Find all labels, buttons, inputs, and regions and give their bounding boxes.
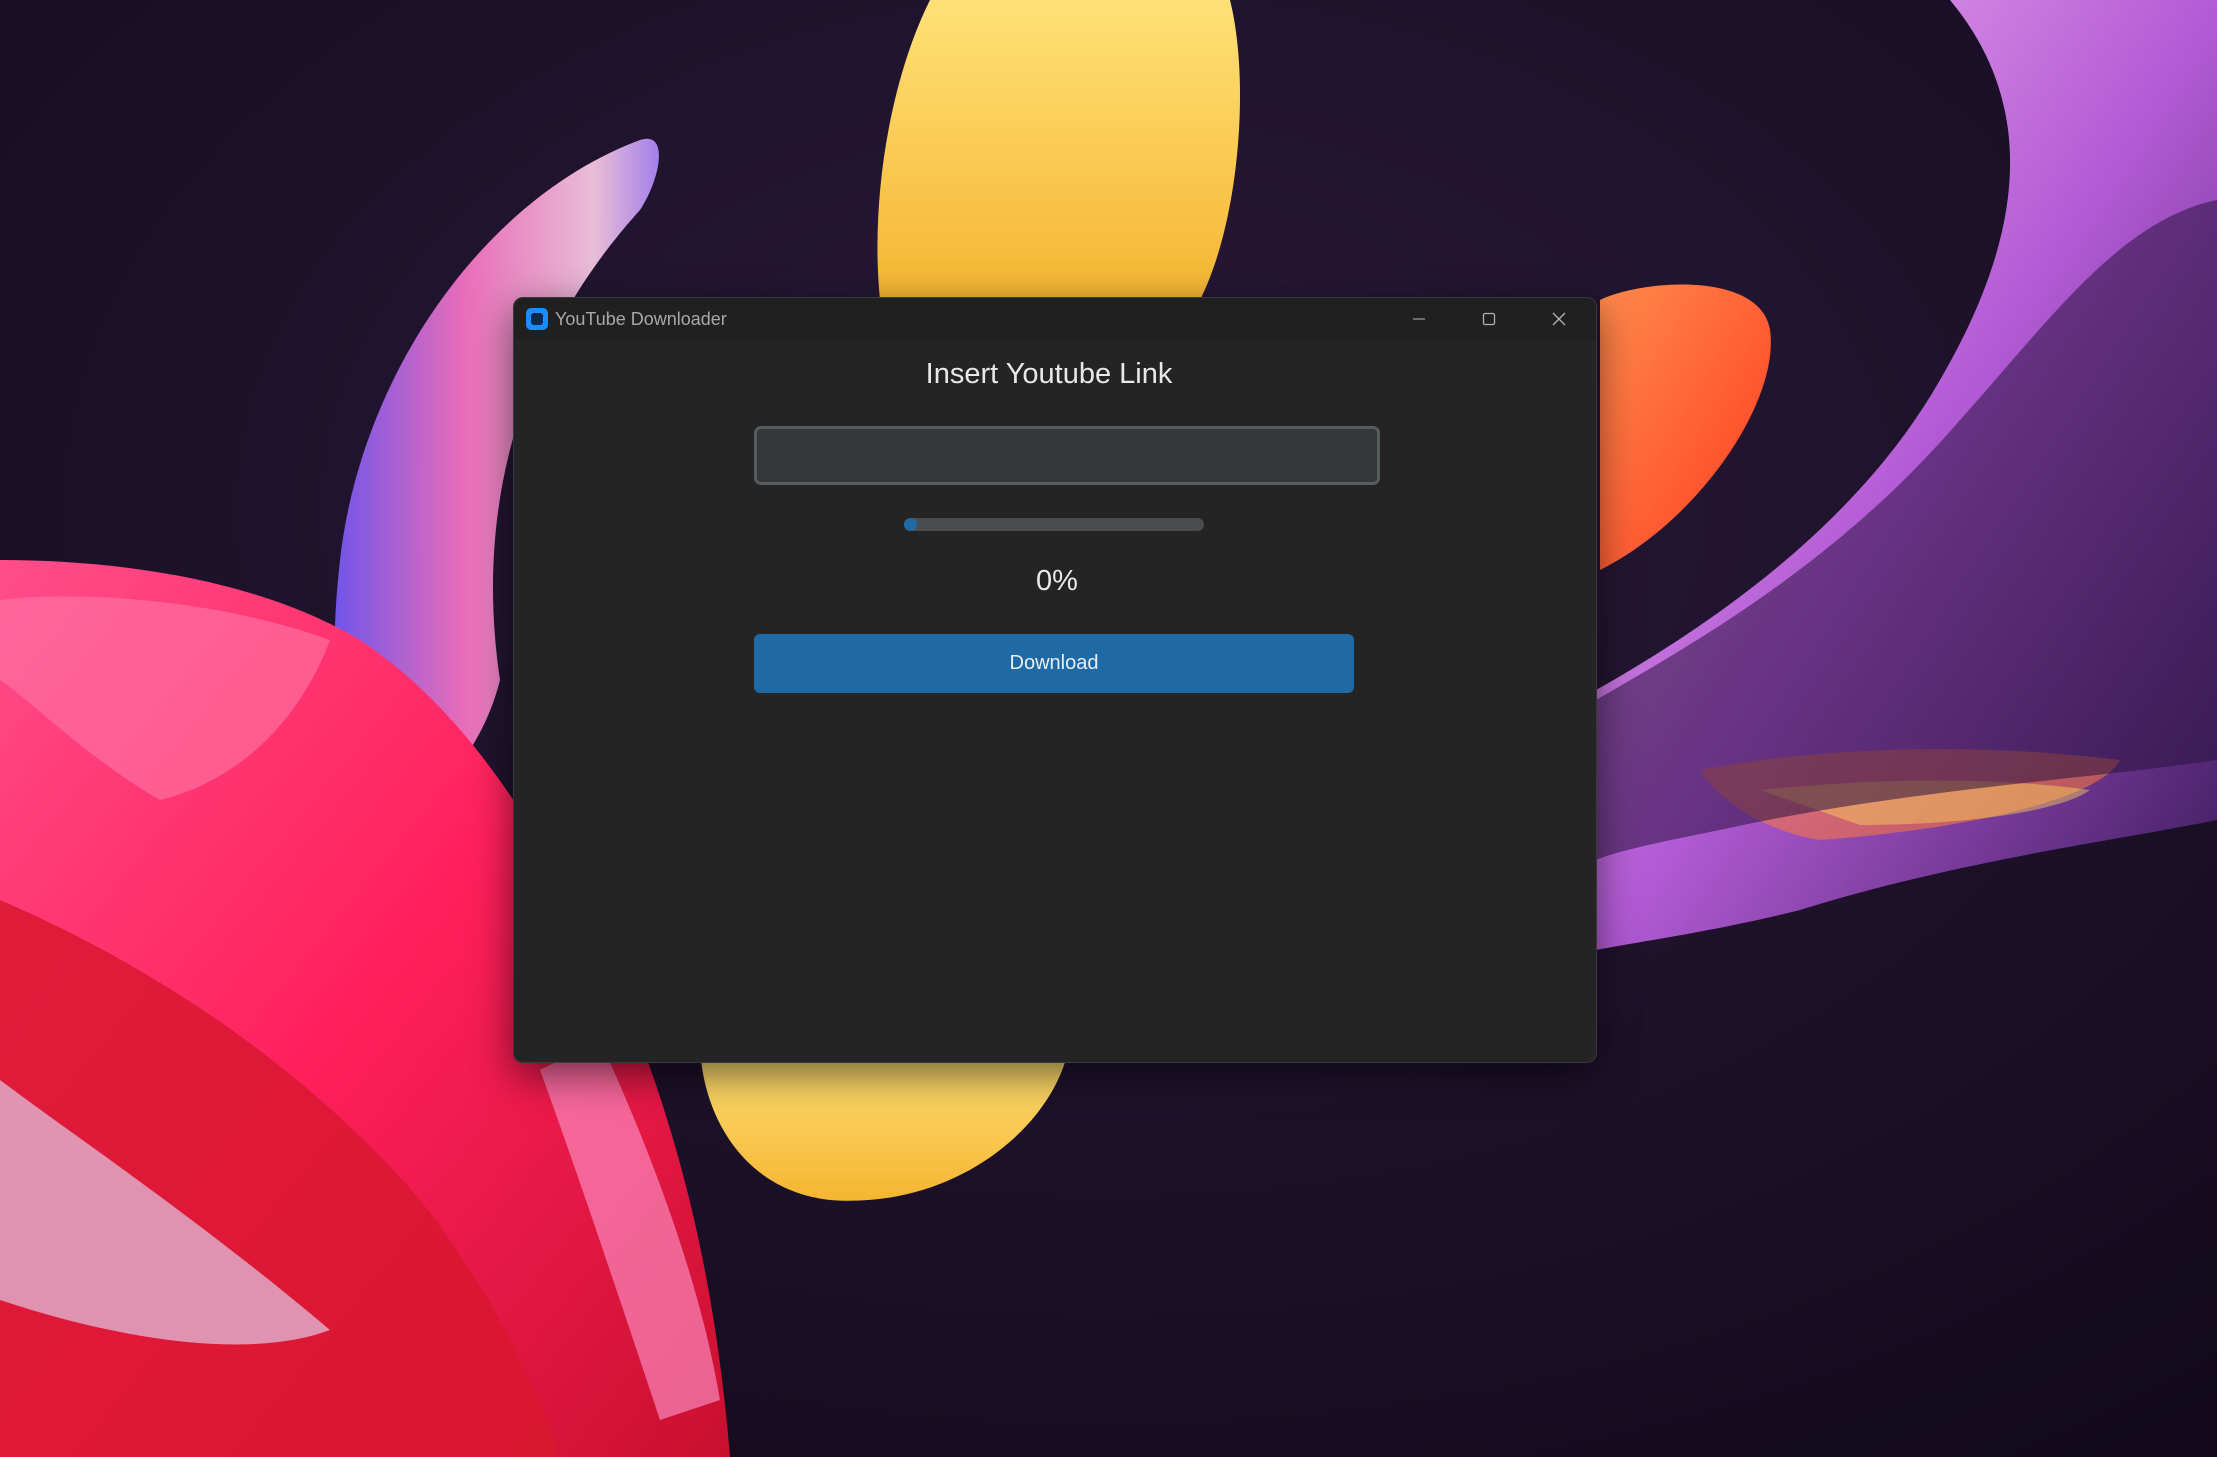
youtube-link-input[interactable] (754, 426, 1380, 485)
download-button[interactable]: Download (754, 634, 1354, 693)
title-bar[interactable]: YouTube Downloader (514, 298, 1596, 340)
close-icon (1551, 311, 1567, 327)
progress-fill (904, 518, 917, 531)
progress-percent-label: 0% (1036, 565, 1078, 597)
close-button[interactable] (1524, 298, 1594, 340)
minimize-button[interactable] (1384, 298, 1454, 340)
main-content: Insert Youtube Link 0% Download (514, 340, 1596, 1062)
window-title: YouTube Downloader (555, 309, 727, 329)
app-window: YouTube Downloader Insert Youtube Link 0… (513, 297, 1597, 1063)
desktop: YouTube Downloader Insert Youtube Link 0… (0, 0, 2217, 1457)
download-progress-bar (904, 518, 1204, 531)
minimize-icon (1411, 311, 1427, 327)
app-icon (526, 308, 548, 330)
maximize-icon (1481, 311, 1497, 327)
page-title: Insert Youtube Link (925, 358, 1173, 390)
maximize-button[interactable] (1454, 298, 1524, 340)
